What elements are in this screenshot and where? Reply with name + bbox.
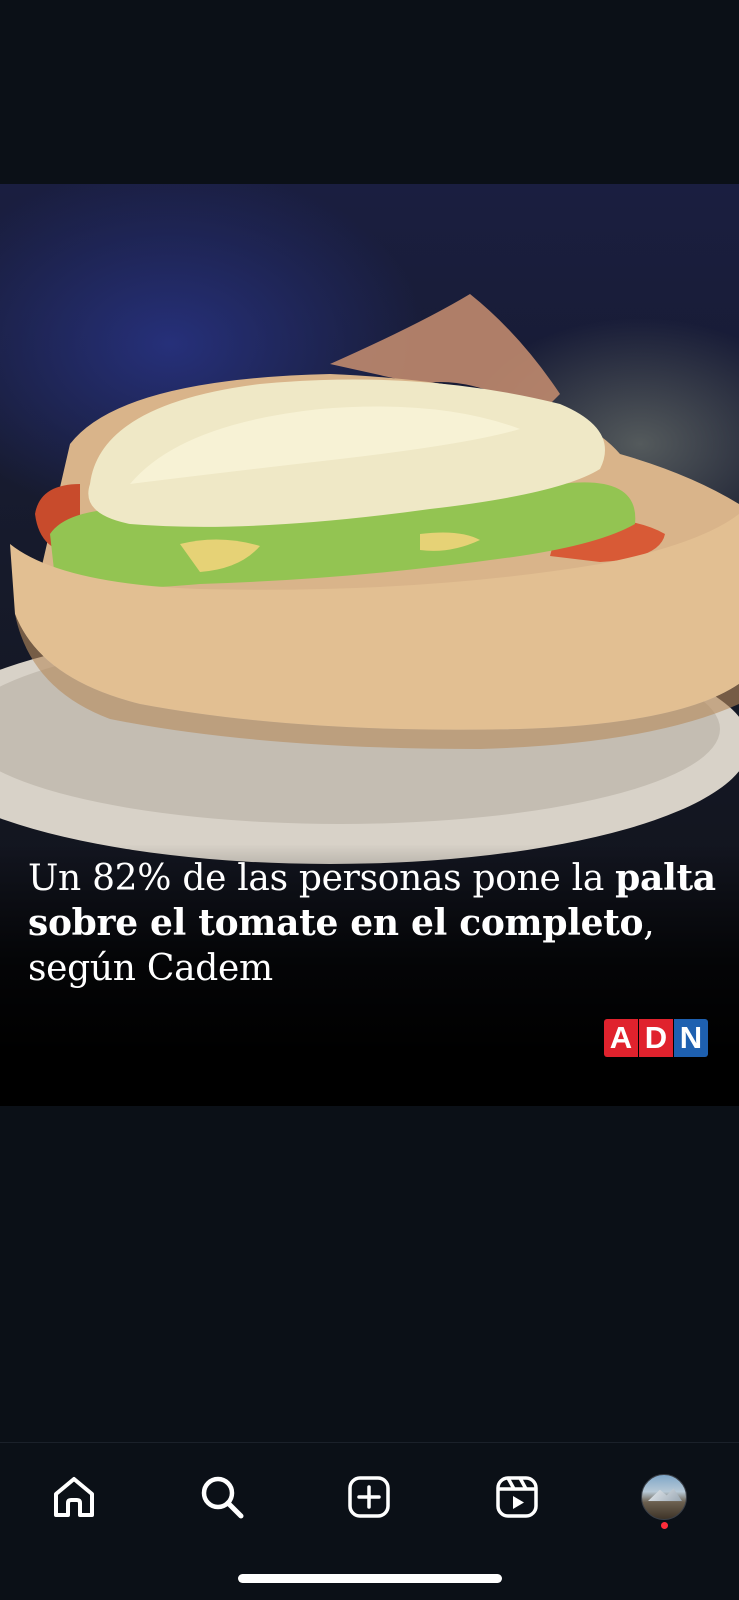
home-indicator[interactable] [238,1574,502,1583]
avatar [641,1474,687,1520]
home-icon [54,1477,94,1517]
adn-logo: A D N [604,1019,709,1057]
post-image[interactable]: Un 82% de las personas pone la palta sob… [0,184,739,1106]
logo-letter-n: N [674,1019,708,1057]
post-headline: Un 82% de las personas pone la palta sob… [28,856,718,991]
plus-square-icon [348,1476,390,1518]
tab-search[interactable] [192,1467,252,1527]
logo-letter-a: A [604,1019,638,1057]
tab-create[interactable] [339,1467,399,1527]
reels-icon [496,1476,538,1518]
headline-text-1: Un 82% de las personas pone la [28,858,616,899]
logo-letter-d: D [639,1019,673,1057]
tab-home[interactable] [44,1467,104,1527]
tab-profile[interactable] [634,1467,694,1527]
tab-reels[interactable] [487,1467,547,1527]
search-icon [201,1476,244,1519]
profile-notification-dot [661,1522,668,1529]
